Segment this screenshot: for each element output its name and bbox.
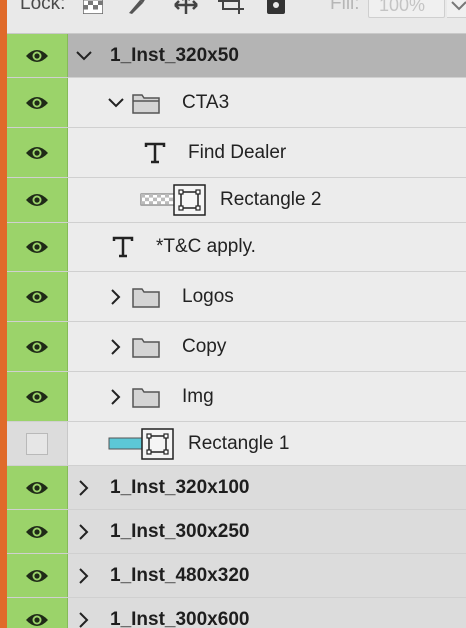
eye-icon xyxy=(26,569,48,582)
eye-icon xyxy=(26,525,48,538)
layer-name: *T&C apply. xyxy=(156,236,256,257)
lock-label: Lock: xyxy=(20,0,66,14)
chevron-down-icon[interactable] xyxy=(107,94,125,112)
layer-name: Rectangle 1 xyxy=(188,432,290,454)
layer-row-tc-apply[interactable]: *T&C apply. xyxy=(7,223,466,272)
visibility-toggle[interactable] xyxy=(7,128,68,177)
layer-row-copy[interactable]: Copy xyxy=(7,322,466,372)
layer-name: 1_Inst_300x600 xyxy=(110,608,250,628)
lock-image-pixels-icon[interactable] xyxy=(126,0,146,16)
eye-icon xyxy=(26,96,48,109)
visibility-toggle[interactable] xyxy=(7,34,68,77)
folder-icon xyxy=(132,287,160,308)
layer-name: Copy xyxy=(182,335,227,357)
chevron-down-icon xyxy=(451,1,466,11)
layer-name: 1_Inst_300x250 xyxy=(110,520,250,542)
chevron-right-icon[interactable] xyxy=(75,567,93,585)
visibility-toggle[interactable] xyxy=(7,422,68,465)
chevron-right-icon[interactable] xyxy=(107,388,125,406)
eye-icon xyxy=(26,613,48,626)
layer-row-inst-300x250[interactable]: 1_Inst_300x250 xyxy=(7,510,466,554)
visibility-toggle[interactable] xyxy=(7,178,68,222)
visibility-toggle[interactable] xyxy=(7,554,68,597)
folder-icon xyxy=(132,337,160,358)
eye-icon xyxy=(26,241,48,253)
layer-row-logos[interactable]: Logos xyxy=(7,272,466,322)
visibility-toggle[interactable] xyxy=(7,78,68,127)
visibility-toggle[interactable] xyxy=(7,223,68,271)
chevron-right-icon[interactable] xyxy=(75,523,93,541)
shape-thumbnail-cyan xyxy=(108,427,174,460)
lock-all-icon[interactable] xyxy=(266,0,286,16)
chevron-down-icon[interactable] xyxy=(75,47,93,65)
layer-row-rectangle-1[interactable]: Rectangle 1 xyxy=(7,422,466,466)
folder-icon xyxy=(132,387,160,408)
layer-name: 1_Inst_320x100 xyxy=(110,476,250,498)
eye-icon xyxy=(26,481,48,494)
chevron-right-icon[interactable] xyxy=(75,611,93,628)
fill-label: Fill: xyxy=(330,0,360,14)
lock-position-icon[interactable] xyxy=(173,0,199,16)
layer-row-inst-320x50[interactable]: 1_Inst_320x50 xyxy=(7,34,466,78)
text-layer-icon xyxy=(112,236,134,258)
visibility-toggle[interactable] xyxy=(7,372,68,421)
side-accent-strip xyxy=(0,0,7,628)
eye-icon xyxy=(26,290,48,303)
visibility-toggle[interactable] xyxy=(7,272,68,321)
chevron-right-icon[interactable] xyxy=(107,338,125,356)
visibility-toggle[interactable] xyxy=(7,510,68,553)
layer-name: Img xyxy=(182,385,214,407)
layer-row-img[interactable]: Img xyxy=(7,372,466,422)
layers-lock-toolbar: Lock: Fill: 100% xyxy=(7,0,466,34)
eye-icon xyxy=(26,390,48,403)
layer-row-rectangle-2[interactable]: Rectangle 2 xyxy=(7,178,466,223)
layer-name: CTA3 xyxy=(182,91,230,113)
eye-icon xyxy=(26,49,48,62)
shape-thumbnail-transparent xyxy=(140,184,206,216)
layer-row-inst-480x320[interactable]: 1_Inst_480x320 xyxy=(7,554,466,598)
eye-icon xyxy=(26,194,48,206)
layer-name: 1_Inst_480x320 xyxy=(110,564,250,586)
visibility-empty-box xyxy=(26,432,48,455)
chevron-right-icon[interactable] xyxy=(107,288,125,306)
eye-icon xyxy=(26,340,48,353)
layer-row-inst-320x100[interactable]: 1_Inst_320x100 xyxy=(7,466,466,510)
artboard-autonest-icon[interactable] xyxy=(218,0,244,16)
text-layer-icon xyxy=(144,142,166,163)
layer-row-inst-300x600[interactable]: 1_Inst_300x600 xyxy=(7,598,466,628)
folder-open-icon xyxy=(132,93,160,114)
lock-transparent-pixels-icon[interactable] xyxy=(82,0,104,16)
layer-name: Find Dealer xyxy=(188,141,287,163)
visibility-toggle[interactable] xyxy=(7,598,68,628)
layer-row-cta3[interactable]: CTA3 xyxy=(7,78,466,128)
layer-name: Rectangle 2 xyxy=(220,189,322,210)
layers-list: 1_Inst_320x50 CTA3 Find Dealer Rectangle… xyxy=(7,34,466,628)
layer-row-find-dealer[interactable]: Find Dealer xyxy=(7,128,466,178)
chevron-right-icon[interactable] xyxy=(75,479,93,497)
layer-name: Logos xyxy=(182,285,234,307)
fill-dropdown-button[interactable] xyxy=(447,0,466,18)
visibility-toggle[interactable] xyxy=(7,322,68,371)
visibility-toggle[interactable] xyxy=(7,466,68,509)
eye-icon xyxy=(26,146,48,159)
fill-input[interactable]: 100% xyxy=(368,0,445,18)
layer-name: 1_Inst_320x50 xyxy=(110,44,239,66)
